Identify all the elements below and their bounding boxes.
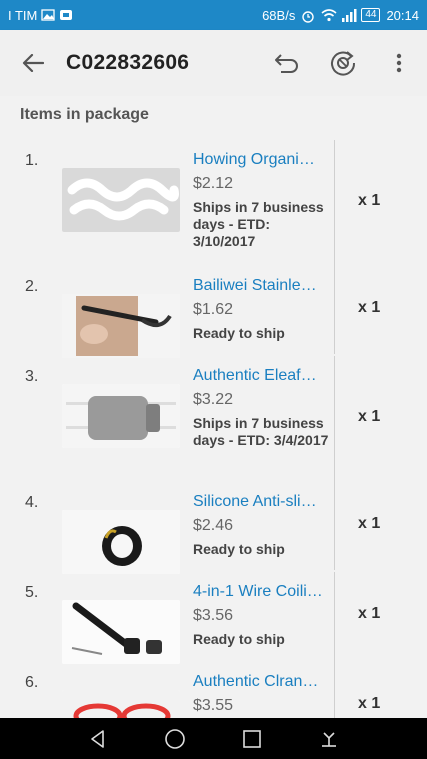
item-quantity: x 1: [358, 515, 381, 532]
shipping-status: Ready to ship: [193, 325, 285, 341]
arrow-back-icon: [22, 54, 44, 72]
page-title: C022832606: [66, 51, 190, 74]
column-divider: [334, 140, 335, 266]
product-price: $2.12: [193, 175, 234, 192]
product-price: $3.56: [193, 607, 234, 624]
product-price: $2.46: [193, 517, 234, 534]
column-divider: [334, 572, 335, 662]
product-thumbnail[interactable]: [62, 690, 180, 718]
column-divider: [334, 356, 335, 482]
network-speed: 68B/s: [262, 7, 296, 23]
alarm-icon: [301, 9, 315, 23]
item-number: 3.: [25, 368, 39, 385]
product-thumbnail[interactable]: [62, 600, 180, 664]
pull-down-icon: [321, 731, 336, 747]
product-name-link[interactable]: Authentic Clran…: [193, 673, 331, 691]
product-price: $3.55: [193, 697, 234, 714]
battery-indicator: 44: [361, 8, 381, 22]
shipping-status: Ready to ship: [193, 541, 285, 557]
nav-recents-button[interactable]: [232, 719, 272, 759]
product-thumbnail[interactable]: [62, 510, 180, 574]
circle-home-icon: [165, 728, 185, 749]
triangle-back-icon: [91, 729, 105, 748]
product-name-link[interactable]: Silicone Anti-sli…: [193, 493, 331, 511]
item-number: 6.: [25, 674, 39, 691]
column-divider: [334, 266, 335, 354]
shipping-status: Ships in 7 business days - ETD: 3/4/2017: [193, 415, 329, 448]
refresh-icon: [331, 51, 356, 76]
item-number: 2.: [25, 278, 39, 295]
shipping-status: Ships in 7 business days - ETD: 3/10/201…: [193, 199, 324, 249]
refresh-button[interactable]: [315, 30, 371, 96]
column-divider: [334, 482, 335, 570]
column-divider: [334, 662, 335, 718]
product-name-link[interactable]: Howing Organi…: [193, 151, 331, 169]
item-number: 1.: [25, 152, 39, 169]
item-quantity: x 1: [358, 695, 381, 712]
item-quantity: x 1: [358, 192, 381, 209]
product-price: $3.22: [193, 391, 234, 408]
product-name-link[interactable]: Bailiwei Stainle…: [193, 277, 331, 295]
undo-icon: [275, 54, 298, 73]
wifi-icon: [321, 9, 337, 22]
back-button[interactable]: [0, 30, 66, 96]
carrier-label: I TIM: [8, 7, 38, 23]
more-options-button[interactable]: [371, 30, 427, 96]
item-quantity: x 1: [358, 408, 381, 425]
product-thumbnail[interactable]: [62, 384, 180, 448]
item-quantity: x 1: [358, 605, 381, 622]
square-recents-icon: [243, 729, 261, 748]
status-bar: I TIM 68B/s 44 20:14: [0, 0, 427, 30]
product-thumbnail[interactable]: [62, 294, 180, 358]
item-number: 5.: [25, 584, 39, 601]
product-name-link[interactable]: Authentic Eleaf…: [193, 367, 331, 385]
shipping-status: Ready to ship: [193, 631, 285, 647]
system-nav-bar: [0, 718, 427, 759]
section-title: Items in package: [20, 106, 149, 123]
nav-notifications-button[interactable]: [309, 719, 349, 759]
item-number: 4.: [25, 494, 39, 511]
nav-back-button[interactable]: [78, 719, 118, 759]
signal-icon: [341, 9, 357, 22]
undo-button[interactable]: [259, 30, 315, 96]
item-quantity: x 1: [358, 299, 381, 316]
app-notification-icon: [59, 9, 73, 21]
more-vert-icon: [396, 53, 402, 73]
product-thumbnail[interactable]: [62, 168, 180, 232]
product-price: $1.62: [193, 301, 234, 318]
product-name-link[interactable]: 4-in-1 Wire Coili…: [193, 583, 331, 601]
app-bar: C022832606: [0, 30, 427, 96]
clock: 20:14: [386, 7, 419, 23]
nav-home-button[interactable]: [155, 719, 195, 759]
package-items-list: Items in package 1. Howing Organi… $2.12…: [0, 96, 427, 718]
photo-notification-icon: [41, 9, 56, 21]
